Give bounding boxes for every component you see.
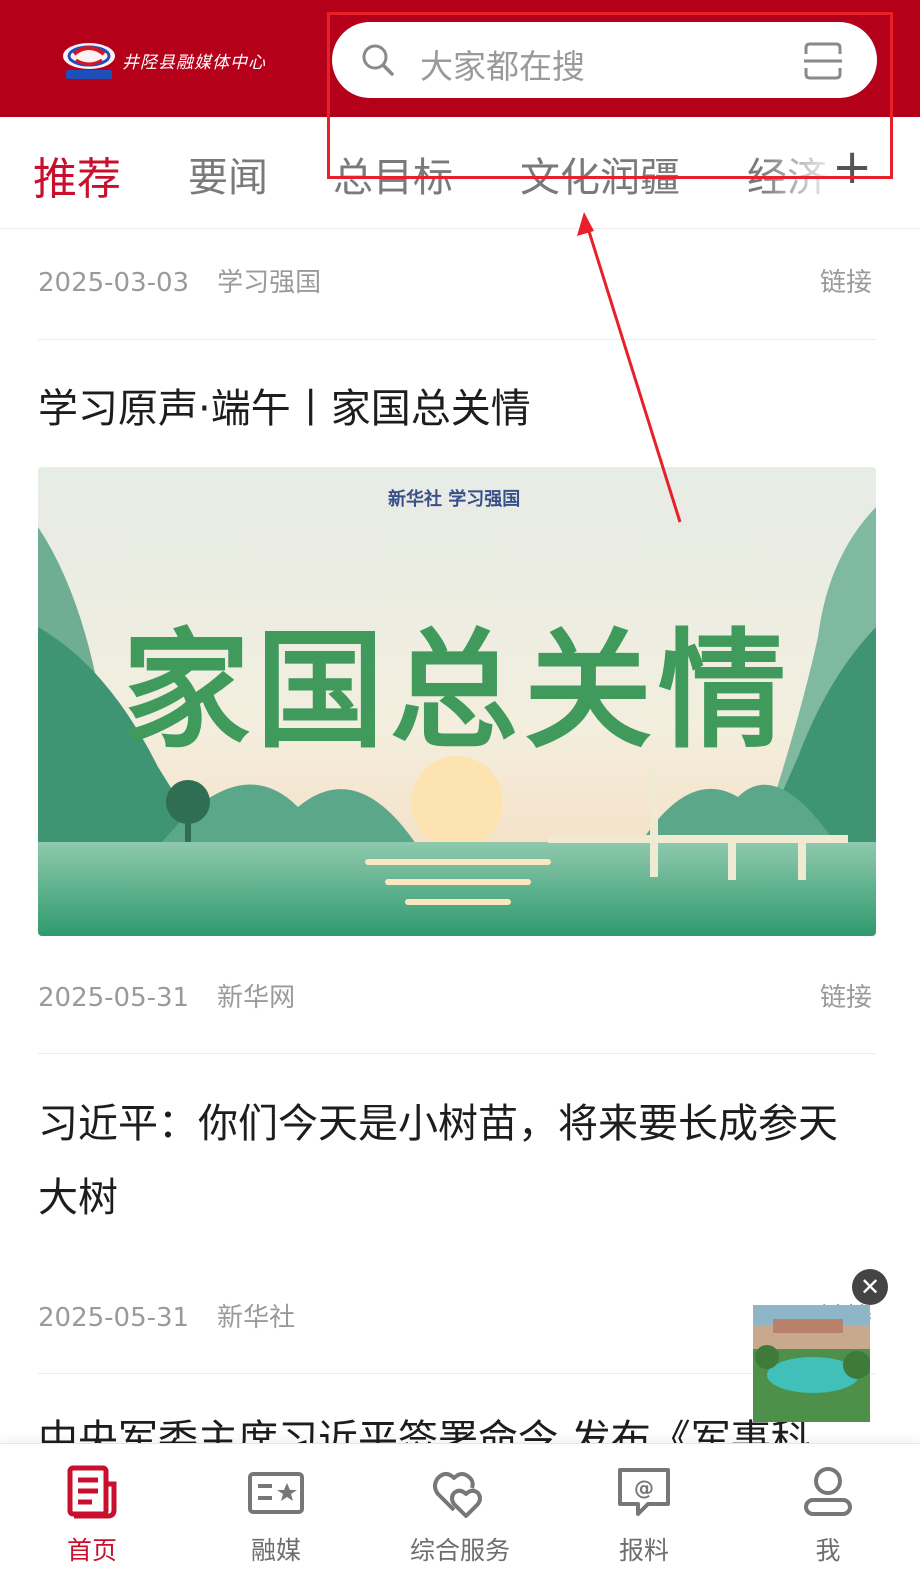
- item-date: 2025-05-31: [38, 1303, 190, 1333]
- divider: [38, 339, 876, 340]
- item-date: 2025-05-31: [38, 983, 190, 1013]
- nav-label: 综合服务: [409, 1536, 510, 1565]
- bottom-navigation: 首页 融媒 综合服务 @ 报料 我: [0, 1443, 920, 1578]
- banner-brand: 新华社 学习强国: [388, 489, 521, 510]
- item-source: 新华社: [217, 1303, 296, 1333]
- close-ad-button[interactable]: ✕: [852, 1269, 888, 1305]
- nav-home[interactable]: 首页: [0, 1444, 184, 1578]
- news-icon: [67, 1465, 117, 1519]
- tab-recommend[interactable]: 推荐: [33, 143, 121, 207]
- item-source: 学习强国: [217, 268, 322, 298]
- nav-me[interactable]: 我: [736, 1444, 920, 1578]
- annotation-highlight-box: [327, 12, 893, 179]
- item-date: 2025-03-03: [38, 268, 190, 298]
- article-title[interactable]: 习近平：你们今天是小树苗，将来要长成参天大树: [38, 1087, 876, 1235]
- item-meta: 2025-05-31 新华网: [38, 977, 295, 1014]
- item-source: 新华网: [217, 983, 296, 1013]
- media-card-icon: [248, 1472, 304, 1514]
- item-link[interactable]: 链接: [820, 262, 872, 299]
- report-chat-icon: @: [618, 1468, 670, 1516]
- svg-text:@: @: [634, 1476, 654, 1500]
- nav-label: 我: [815, 1536, 841, 1565]
- tab-headlines[interactable]: 要闻: [188, 145, 268, 203]
- article-banner-image[interactable]: 新华社 学习强国 家国总关情: [38, 467, 876, 936]
- app-logo[interactable]: 井陉县融媒体中心: [60, 38, 270, 82]
- hearts-icon: [433, 1472, 482, 1518]
- nav-label: 融媒: [250, 1536, 301, 1565]
- banner-headline: 家国总关情: [121, 616, 792, 766]
- divider: [38, 1053, 876, 1054]
- nav-label: 报料: [618, 1536, 669, 1565]
- article-title[interactable]: 学习原声·端午丨家国总关情: [38, 372, 876, 446]
- item-meta: 2025-05-31 新华社: [38, 1297, 295, 1334]
- logo-text: 井陉县融媒体中心: [122, 52, 266, 73]
- item-meta: 2025-03-03 学习强国: [38, 262, 321, 299]
- user-icon: [804, 1467, 852, 1516]
- campus-photo: [753, 1305, 870, 1422]
- nav-report[interactable]: @ 报料: [552, 1444, 736, 1578]
- nav-services[interactable]: 综合服务: [368, 1444, 552, 1578]
- nav-media[interactable]: 融媒: [184, 1444, 368, 1578]
- divider: [38, 1373, 876, 1374]
- floating-ad-image[interactable]: [753, 1305, 870, 1422]
- logo-emblem-icon: [60, 40, 118, 80]
- item-link[interactable]: 链接: [820, 977, 872, 1014]
- nav-label: 首页: [66, 1536, 117, 1565]
